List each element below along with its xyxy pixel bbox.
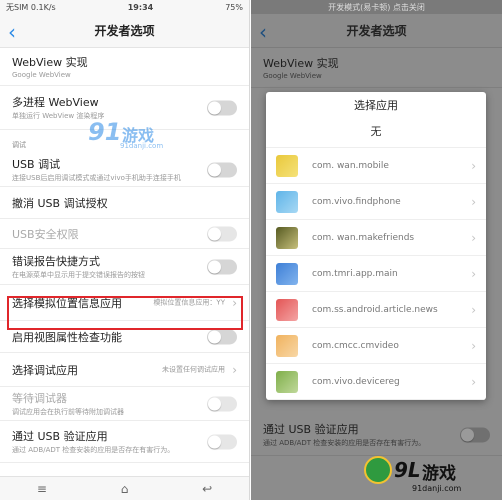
row-debug-app[interactable]: 选择调试应用 未设置任何调试应用 › — [0, 353, 249, 387]
row-subtitle: Google WebView — [263, 72, 322, 80]
row-title: WebView 实现 — [12, 56, 88, 69]
select-app-dialog: 选择应用 无 com. wan.mobile › com.vivo.findphon… — [266, 92, 486, 400]
row-subtitle: 在电源菜单中显示用于提交错误报告的按钮 — [12, 271, 145, 279]
app-package-name: com. wan.mobile — [312, 160, 389, 171]
settings-list: WebView 实现 Google WebView 多进程 WebView 单独… — [0, 48, 249, 463]
carrier-text: 无SIM 0.1K/s — [6, 2, 56, 12]
back-arrow-icon[interactable]: ‹ — [8, 20, 16, 44]
app-package-name: com.ss.android.article.news — [312, 304, 438, 315]
row-verify-usb: 通过 USB 验证应用 通过 ADB/ADT 检查安装的应用是否存在有害行为。 — [251, 414, 502, 456]
row-usb-security[interactable]: USB安全权限 — [0, 219, 249, 249]
chevron-right-icon: › — [471, 230, 476, 245]
row-wait-debugger[interactable]: 等待调试器 调试应用会在执行前等待附加调试器 — [0, 387, 249, 421]
app-icon — [276, 263, 298, 285]
app-package-name: com.vivo.findphone — [312, 196, 401, 207]
app-package-name: com.tmri.app.main — [312, 268, 398, 279]
row-title: 启用视图属性检查功能 — [12, 330, 122, 344]
app-option[interactable]: com.vivo.devicereg › — [266, 364, 486, 400]
chevron-right-icon: › — [471, 338, 476, 353]
row-title: USB 调试 — [12, 158, 61, 171]
app-option[interactable]: com.cmcc.cmvideo › — [266, 328, 486, 364]
row-verify-usb[interactable]: 通过 USB 验证应用 通过 ADB/ADT 检查安装的应用是否存在有害行为。 — [0, 421, 249, 463]
app-option[interactable]: com. wan.mobile › — [266, 148, 486, 184]
mock-location-highlight-box — [7, 296, 243, 330]
app-icon — [276, 155, 298, 177]
status-bar: 开发模式(易卡顿) 点击关闭 — [251, 0, 502, 14]
menu-icon[interactable]: ≡ — [37, 482, 47, 496]
brand-logo: 9L 游戏 91danji.com — [364, 456, 494, 496]
row-subtitle: Google WebView — [12, 71, 71, 79]
row-subtitle: 连接USB后启用调试模式或通过vivo手机助手连接手机 — [12, 174, 181, 182]
row-revoke-usb[interactable]: 撤消 USB 调试授权 — [0, 187, 249, 219]
bug-report-toggle[interactable] — [207, 259, 237, 274]
watermark-logo: 91 游戏 91danji.com — [88, 116, 188, 156]
chevron-right-icon: › — [471, 302, 476, 317]
app-icon — [276, 335, 298, 357]
home-icon[interactable]: ⌂ — [121, 482, 129, 496]
usb-security-toggle[interactable] — [207, 226, 237, 241]
row-title: WebView 实现 — [263, 57, 339, 70]
multiprocess-toggle[interactable] — [207, 100, 237, 115]
watermark-number: 91 — [88, 118, 122, 146]
back-arrow-icon[interactable]: ‹ — [259, 20, 267, 44]
clock-text: 19:34 — [127, 2, 154, 12]
brand-number: 9L — [394, 458, 421, 482]
chevron-right-icon: › — [471, 158, 476, 173]
option-none[interactable]: 无 — [266, 120, 486, 148]
dev-mode-notice[interactable]: 开发模式(易卡顿) 点击关闭 — [328, 2, 425, 13]
right-screen: 开发模式(易卡顿) 点击关闭 ‹ 开发者选项 WebView 实现 Google… — [251, 0, 502, 500]
wait-debugger-toggle[interactable] — [207, 396, 237, 411]
nav-bar: ‹ 开发者选项 — [0, 14, 249, 48]
system-nav-bar: ≡ ⌂ ↩ — [0, 476, 249, 500]
app-icon — [276, 227, 298, 249]
chevron-right-icon: › — [471, 194, 476, 209]
row-title: 多进程 WebView — [12, 96, 99, 109]
app-icon — [276, 299, 298, 321]
brand-emblem-icon — [364, 456, 392, 484]
view-attr-toggle[interactable] — [207, 329, 237, 344]
nav-bar: ‹ 开发者选项 — [251, 14, 502, 48]
brand-url: 91danji.com — [412, 484, 462, 493]
row-usb-debug[interactable]: USB 调试 连接USB后启用调试模式或通过vivo手机助手连接手机 — [0, 153, 249, 187]
chevron-right-icon: › — [471, 266, 476, 281]
row-title: 错误报告快捷方式 — [12, 255, 100, 268]
app-icon — [276, 371, 298, 393]
row-title: 等待调试器 — [12, 392, 67, 405]
verify-usb-toggle[interactable] — [207, 434, 237, 449]
status-bar: 无SIM 0.1K/s 19:34 75% — [0, 0, 249, 14]
battery-text: 75% — [225, 2, 243, 12]
row-subtitle: 通过 ADB/ADT 检查安装的应用是否存在有害行为。 — [12, 446, 175, 454]
row-subtitle: 调试应用会在执行前等待附加调试器 — [12, 408, 124, 416]
page-title: 开发者选项 — [346, 24, 407, 38]
app-option[interactable]: com.tmri.app.main › — [266, 256, 486, 292]
watermark-url: 91danji.com — [120, 142, 164, 150]
app-icon — [276, 191, 298, 213]
usb-debug-toggle[interactable] — [207, 162, 237, 177]
app-package-name: com. wan.makefriends — [312, 232, 415, 243]
debug-app-value: 未设置任何调试应用 — [162, 365, 225, 373]
chevron-right-icon: › — [232, 362, 237, 377]
row-subtitle: 通过 ADB/ADT 检查安装的应用是否存在有害行为。 — [263, 439, 426, 447]
app-option[interactable]: com.ss.android.article.news › — [266, 292, 486, 328]
app-list: com. wan.mobile › com.vivo.findphone › com. … — [266, 148, 486, 400]
app-package-name: com.cmcc.cmvideo — [312, 340, 399, 351]
verify-usb-toggle — [460, 427, 490, 442]
back-nav-icon[interactable]: ↩ — [202, 482, 212, 496]
row-title: 通过 USB 验证应用 — [12, 430, 108, 443]
row-webview-impl[interactable]: WebView 实现 Google WebView — [0, 48, 249, 86]
brand-text: 游戏 — [422, 464, 456, 484]
chevron-right-icon: › — [471, 374, 476, 389]
dialog-title: 选择应用 — [354, 99, 398, 112]
row-bug-report[interactable]: 错误报告快捷方式 在电源菜单中显示用于提交错误报告的按钮 — [0, 249, 249, 285]
row-webview-impl: WebView 实现 Google WebView — [251, 48, 502, 88]
page-title: 开发者选项 — [94, 24, 155, 38]
app-option[interactable]: com. wan.makefriends › — [266, 220, 486, 256]
app-option[interactable]: com.vivo.findphone › — [266, 184, 486, 220]
row-title: 通过 USB 验证应用 — [263, 423, 359, 436]
row-title: USB安全权限 — [12, 227, 79, 241]
app-package-name: com.vivo.devicereg — [312, 376, 400, 387]
row-title: 撤消 USB 调试授权 — [12, 196, 108, 210]
left-screen: 无SIM 0.1K/s 19:34 75% ‹ 开发者选项 WebView 实现… — [0, 0, 250, 500]
